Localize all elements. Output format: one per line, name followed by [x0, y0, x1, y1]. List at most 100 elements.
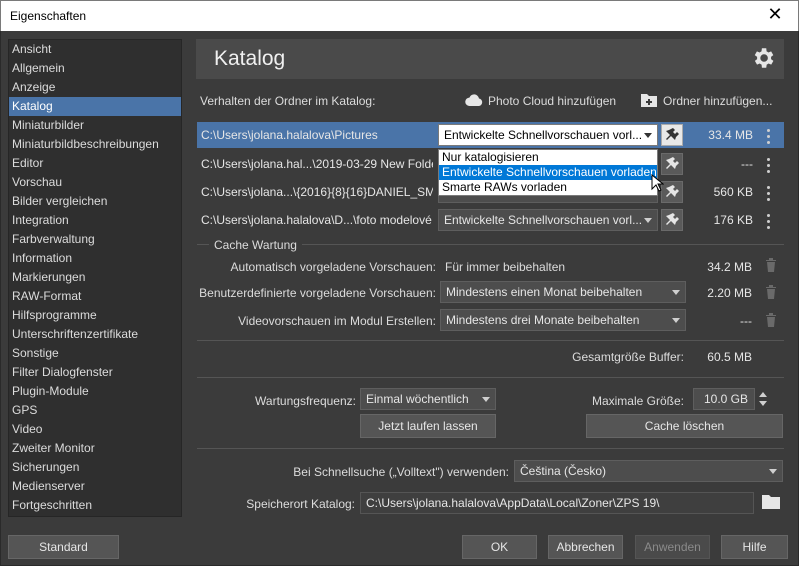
sidebar-item-sonstige[interactable]: Sonstige: [9, 344, 181, 363]
folder-row[interactable]: C:\Users\jolana.halalova\D...\foto model…: [197, 207, 784, 233]
custom-previews-select[interactable]: Mindestens einen Monat beibehalten: [440, 281, 686, 303]
sidebar-item-katalog[interactable]: Katalog: [9, 97, 181, 116]
maintenance-frequency-select[interactable]: Einmal wöchentlich: [360, 388, 496, 410]
plug-button[interactable]: [661, 209, 683, 231]
folder-icon[interactable]: [762, 494, 780, 509]
ok-button[interactable]: OK: [462, 535, 537, 559]
dropdown-option-catalog-only[interactable]: Nur katalogisieren: [439, 150, 657, 165]
plug-button[interactable]: [661, 181, 683, 203]
sidebar-item-hilfsprogramme[interactable]: Hilfsprogramme: [9, 306, 181, 325]
video-previews-label: Videovorschauen im Modul Erstellen:: [238, 314, 436, 328]
folder-size: 560 KB: [713, 185, 753, 199]
more-options-icon[interactable]: [767, 186, 771, 202]
plug-icon: [666, 157, 679, 169]
help-button[interactable]: Hilfe: [721, 535, 788, 559]
sidebar-item-gps[interactable]: GPS: [9, 401, 181, 420]
plug-icon: [666, 128, 679, 140]
chevron-down-icon: [672, 290, 680, 295]
sidebar-item-miniaturbilder[interactable]: Miniaturbilder: [9, 116, 181, 135]
cancel-button[interactable]: Abbrechen: [548, 535, 623, 559]
sidebar-item-video[interactable]: Video: [9, 420, 181, 439]
chevron-down-icon: [769, 469, 777, 474]
sidebar-item-vorschau[interactable]: Vorschau: [9, 173, 181, 192]
folder-mode-select[interactable]: Entwickelte Schnellvorschauen vorl...: [438, 209, 658, 231]
plug-icon: [666, 213, 679, 225]
chevron-down-icon: [644, 218, 652, 223]
sidebar-item-markierungen[interactable]: Markierungen: [9, 268, 181, 287]
sidebar-item-allgemein[interactable]: Allgemein: [9, 59, 181, 78]
sidebar-item-raw-format[interactable]: RAW-Format: [9, 287, 181, 306]
page-title: Katalog: [214, 47, 286, 70]
trash-icon[interactable]: [765, 313, 777, 327]
gear-icon[interactable]: [750, 45, 776, 71]
auto-previews-label: Automatisch vorgeladene Vorschauen:: [230, 260, 436, 274]
folder-mode-select[interactable]: Entwickelte Schnellvorschauen vorl...: [438, 124, 658, 146]
quick-search-language-select[interactable]: Čeština (Česko): [514, 460, 783, 482]
custom-previews-label: Benutzerdefinierte vorgeladene Vorschaue…: [199, 286, 436, 300]
plug-button[interactable]: [661, 153, 683, 175]
sidebar-item-information[interactable]: Information: [9, 249, 181, 268]
sidebar-item-editor[interactable]: Editor: [9, 154, 181, 173]
sidebar: Ansicht Allgemein Anzeige Katalog Miniaturbi…: [8, 39, 182, 517]
folder-path: C:\Users\jolana.halalova\D...\foto model…: [201, 213, 432, 227]
folder-path: C:\Users\jolana...\{2016}{8}{16}DANIEL_S…: [201, 185, 433, 199]
sidebar-item-fortgeschritten[interactable]: Fortgeschritten: [9, 496, 181, 515]
chevron-down-icon: [672, 318, 680, 323]
sidebar-item-miniaturbildbeschreibungen[interactable]: Miniaturbildbeschreibungen: [9, 135, 181, 154]
more-options-icon[interactable]: [767, 129, 771, 145]
folder-size: ---: [741, 157, 753, 171]
plug-icon: [666, 185, 679, 197]
sidebar-item-farbverwaltung[interactable]: Farbverwaltung: [9, 230, 181, 249]
sidebar-item-integration[interactable]: Integration: [9, 211, 181, 230]
catalog-location-label: Speicherort Katalog:: [246, 497, 355, 511]
more-options-icon[interactable]: [767, 158, 771, 174]
auto-previews-value: Für immer beibehalten: [445, 260, 566, 274]
folder-path: C:\Users\jolana.hal...\2019-03-29 New Fo…: [201, 157, 433, 171]
folder-size: 176 KB: [713, 213, 753, 227]
sidebar-item-ansicht[interactable]: Ansicht: [9, 40, 181, 59]
sidebar-item-plugin-module[interactable]: Plugin-Module: [9, 382, 181, 401]
section-header: Katalog: [196, 39, 784, 79]
plug-button[interactable]: [661, 124, 683, 146]
mouse-cursor-icon: [651, 174, 664, 192]
cache-section-title: Cache Wartung: [214, 238, 297, 252]
mode-dropdown-list[interactable]: Nur katalogisieren Entwickelte Schnellvo…: [438, 149, 658, 196]
catalog-location-field[interactable]: C:\Users\jolana.halalova\AppData\Local\Z…: [360, 492, 754, 514]
apply-button: Anwenden: [635, 535, 710, 559]
folder-path: C:\Users\jolana.halalova\Pictures: [201, 128, 378, 142]
dropdown-option-smart-raws[interactable]: Smarte RAWs vorladen: [439, 180, 657, 195]
sidebar-item-unterschriftenzertifikate[interactable]: Unterschriftenzertifikate: [9, 325, 181, 344]
trash-icon[interactable]: [765, 285, 777, 299]
run-now-button[interactable]: Jetzt laufen lassen: [360, 414, 496, 438]
sidebar-item-zweiter-monitor[interactable]: Zweiter Monitor: [9, 439, 181, 458]
cloud-icon: [465, 94, 483, 106]
more-options-icon[interactable]: [767, 214, 771, 230]
total-buffer-size: 60.5 MB: [707, 350, 752, 364]
video-previews-select[interactable]: Mindestens drei Monate beibehalten: [440, 309, 686, 331]
folder-size: 33.4 MB: [708, 128, 753, 142]
folder-row[interactable]: C:\Users\jolana.halalova\Pictures Entwick…: [197, 122, 784, 148]
folders-label: Verhalten der Ordner im Katalog:: [200, 94, 376, 108]
sidebar-item-medienserver[interactable]: Medienserver: [9, 477, 181, 496]
max-size-input[interactable]: 10.0 GB: [693, 388, 755, 410]
dropdown-option-developed-previews[interactable]: Entwickelte Schnellvorschauen vorladen: [439, 165, 657, 180]
add-folder-button[interactable]: Ordner hinzufügen...: [663, 94, 772, 108]
auto-previews-size: 34.2 MB: [707, 260, 752, 274]
clear-cache-button[interactable]: Cache löschen: [586, 414, 783, 438]
sidebar-item-sicherungen[interactable]: Sicherungen: [9, 458, 181, 477]
sidebar-item-filter-dialogfenster[interactable]: Filter Dialogfenster: [9, 363, 181, 382]
add-folder-icon: [641, 94, 657, 107]
sidebar-item-bilder-vergleichen[interactable]: Bilder vergleichen: [9, 192, 181, 211]
chevron-down-icon: [644, 133, 652, 138]
sidebar-item-anzeige[interactable]: Anzeige: [9, 78, 181, 97]
size-spinner-icon[interactable]: [757, 388, 769, 410]
video-previews-size: ---: [740, 314, 752, 328]
add-photo-cloud-button[interactable]: Photo Cloud hinzufügen: [488, 94, 616, 108]
title-bar: Eigenschaften ✕: [0, 0, 799, 31]
window-title: Eigenschaften: [10, 9, 87, 23]
trash-icon[interactable]: [765, 258, 777, 272]
standard-button[interactable]: Standard: [8, 535, 119, 559]
max-size-label: Maximale Größe:: [591, 394, 684, 408]
close-icon[interactable]: ✕: [760, 4, 790, 28]
maintenance-frequency-label: Wartungsfrequenz:: [255, 394, 356, 408]
